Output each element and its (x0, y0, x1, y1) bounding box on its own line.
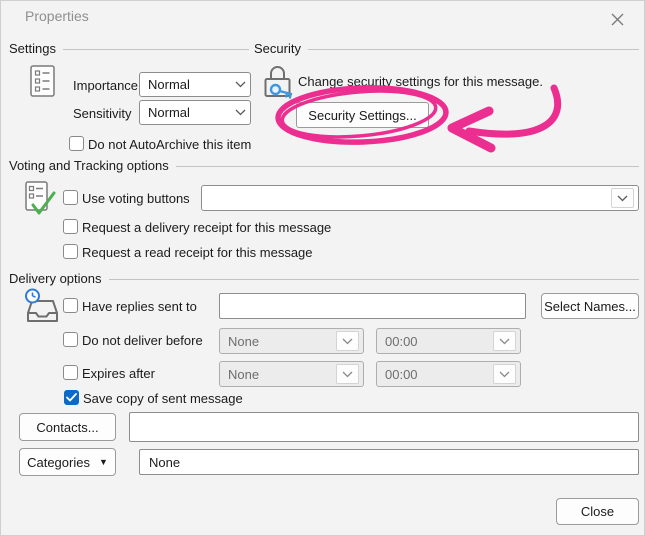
save-copy-checkbox[interactable] (64, 390, 79, 405)
contacts-button-label: Contacts... (36, 419, 99, 435)
close-icon[interactable] (607, 9, 627, 29)
delivery-header-label: Delivery options (9, 271, 102, 286)
categories-button-label: Categories (27, 454, 90, 470)
deliver-date-combo: None (219, 328, 364, 354)
voting-section-header: Voting and Tracking options (9, 158, 639, 173)
delivery-receipt-label: Request a delivery receipt for this mess… (82, 220, 332, 235)
dialog-title: Properties (25, 8, 89, 24)
voting-buttons-combo[interactable] (201, 185, 639, 211)
combo-drop-button[interactable] (611, 188, 634, 208)
security-description: Change security settings for this messag… (298, 74, 543, 89)
settings-header-label: Settings (9, 41, 56, 56)
delivery-receipt-checkbox[interactable] (63, 219, 78, 234)
delivery-inbox-icon (23, 288, 61, 329)
section-divider (175, 166, 639, 167)
delivery-section-header: Delivery options (9, 271, 639, 286)
deliver-time-value: 00:00 (385, 333, 418, 349)
annotation-arrow-head (447, 106, 496, 153)
autoarchive-label: Do not AutoArchive this item (88, 137, 252, 152)
deliver-date-value: None (228, 333, 260, 349)
expires-after-checkbox[interactable] (63, 365, 78, 380)
sensitivity-label: Sensitivity (73, 106, 132, 121)
autoarchive-checkbox[interactable] (69, 136, 84, 151)
do-not-deliver-checkbox[interactable] (63, 332, 78, 347)
section-divider (62, 49, 249, 50)
voting-header-label: Voting and Tracking options (9, 158, 169, 173)
chevron-down-icon (235, 109, 246, 116)
expires-date-combo: None (219, 361, 364, 387)
have-replies-checkbox[interactable] (63, 298, 78, 313)
chevron-down-icon (617, 195, 628, 201)
contacts-button[interactable]: Contacts... (19, 413, 116, 441)
chevron-down-icon (499, 371, 510, 377)
chevron-down-icon (342, 371, 353, 377)
settings-section-header: Settings (9, 41, 249, 56)
expires-time-combo: 00:00 (376, 361, 521, 387)
use-voting-label: Use voting buttons (82, 191, 190, 206)
sensitivity-select[interactable]: Normal (139, 100, 251, 125)
replies-to-field[interactable] (219, 293, 526, 319)
properties-dialog: Properties Settings Security Voting and … (0, 0, 645, 536)
importance-value: Normal (148, 77, 190, 92)
dropdown-triangle-icon: ▼ (98, 456, 108, 467)
importance-select[interactable]: Normal (139, 72, 251, 97)
save-copy-label: Save copy of sent message (83, 391, 243, 406)
security-header-label: Security (254, 41, 301, 56)
read-receipt-label: Request a read receipt for this message (82, 245, 313, 260)
chevron-down-icon (342, 338, 353, 344)
categories-button[interactable]: Categories ▼ (19, 448, 116, 476)
chevron-down-icon (235, 81, 246, 88)
expires-after-label: Expires after (82, 366, 155, 381)
x-glyph (611, 13, 623, 25)
annotation-arrow-shaft (465, 84, 562, 138)
settings-list-icon (30, 65, 55, 100)
have-replies-label: Have replies sent to (82, 299, 197, 314)
select-names-button[interactable]: Select Names... (541, 293, 639, 319)
lock-key-icon (261, 64, 295, 105)
security-settings-button[interactable]: Security Settings... (296, 102, 429, 128)
importance-label: Importance (73, 78, 139, 93)
security-section-header: Security (254, 41, 639, 56)
combo-drop-button (493, 364, 516, 384)
expires-date-value: None (228, 366, 260, 382)
categories-value: None (149, 454, 181, 470)
section-divider (307, 49, 639, 50)
combo-drop-button (336, 331, 359, 351)
close-button-label: Close (580, 504, 615, 519)
chevron-down-icon (499, 338, 510, 344)
combo-drop-button (493, 331, 516, 351)
check-icon (66, 393, 77, 402)
close-button[interactable]: Close (556, 498, 639, 525)
sensitivity-value: Normal (148, 105, 190, 120)
read-receipt-checkbox[interactable] (63, 244, 78, 259)
voting-list-icon (25, 181, 57, 220)
security-settings-label: Security Settings... (308, 107, 417, 123)
do-not-deliver-label: Do not deliver before (82, 333, 203, 348)
contacts-field[interactable] (129, 412, 639, 442)
section-divider (108, 279, 639, 280)
deliver-time-combo: 00:00 (376, 328, 521, 354)
combo-drop-button (336, 364, 359, 384)
categories-field[interactable]: None (139, 449, 639, 475)
expires-time-value: 00:00 (385, 366, 418, 382)
select-names-label: Select Names... (544, 298, 636, 314)
use-voting-checkbox[interactable] (63, 190, 78, 205)
